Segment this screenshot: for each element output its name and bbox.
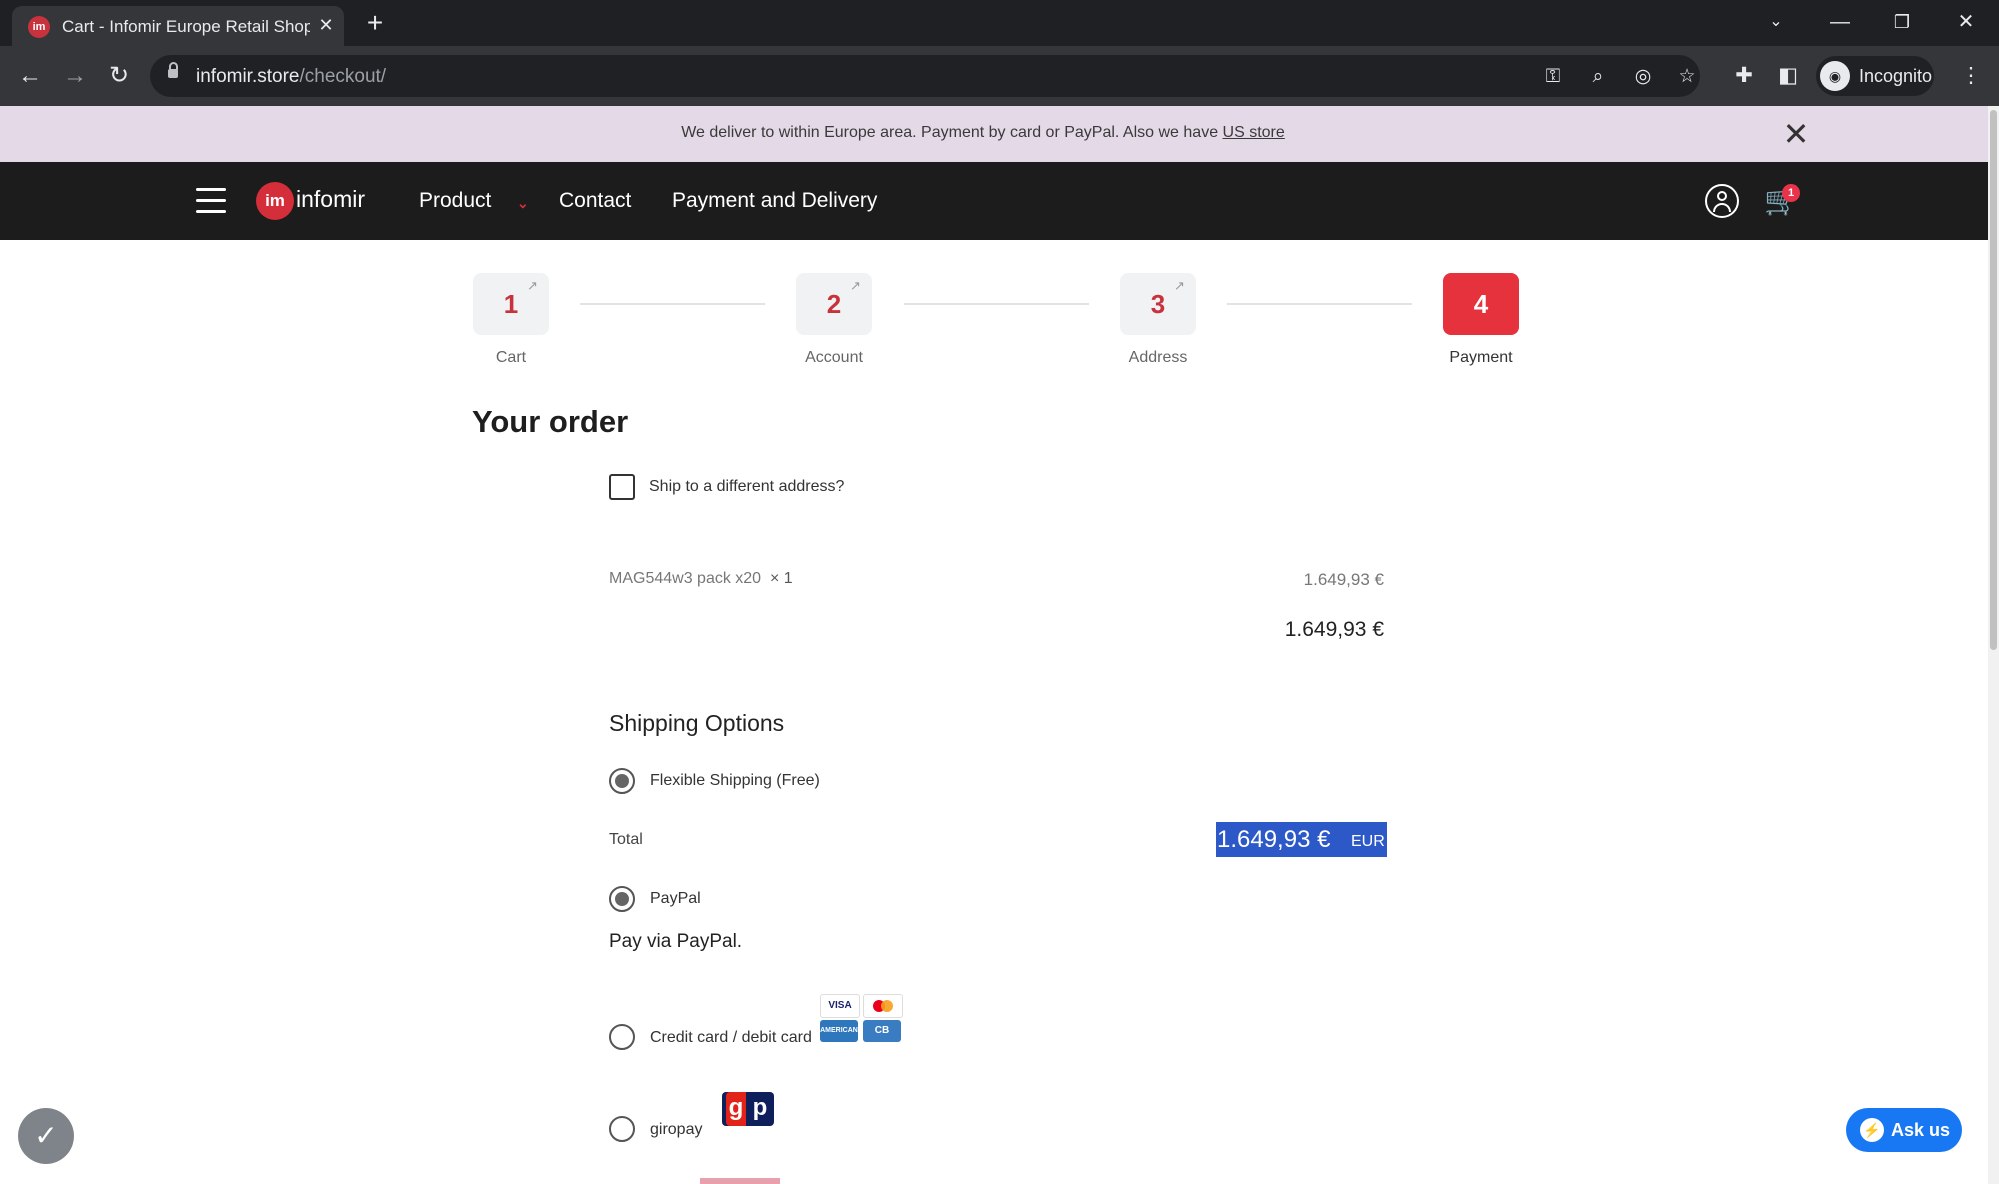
ship-different-label[interactable]: Ship to a different address? <box>649 478 844 496</box>
new-tab-icon[interactable]: + <box>360 8 390 38</box>
back-icon[interactable]: ← <box>14 60 46 92</box>
total-amount-value: 1.649,93 € <box>1217 826 1331 853</box>
credit-card-radio[interactable] <box>609 1024 635 1050</box>
zoom-icon[interactable]: ⌕ <box>1585 64 1611 90</box>
paypal-description: Pay via PayPal. <box>609 931 743 952</box>
step-payment: 4 <box>1443 273 1519 335</box>
browser-tab[interactable]: im Cart - Infomir Europe Retail Shop ✕ <box>12 6 344 46</box>
step-number: 4 <box>1473 289 1489 319</box>
browser-tabstrip: im Cart - Infomir Europe Retail Shop ✕ +… <box>0 0 1999 46</box>
ship-different-checkbox[interactable] <box>609 474 635 500</box>
step-label-account: Account <box>805 349 863 366</box>
messenger-icon: ⚡ <box>1860 1118 1884 1142</box>
scrollbar-thumb[interactable] <box>1990 110 1997 650</box>
notice-bar: We deliver to within Europe area. Paymen… <box>0 106 1988 162</box>
nav-payment-delivery[interactable]: Payment and Delivery <box>672 189 877 213</box>
order-subtotal: 1.649,93 € <box>1284 618 1384 641</box>
favicon-icon: im <box>28 16 50 38</box>
cb-logo: CB <box>863 1020 901 1042</box>
ask-us-button[interactable]: ⚡ Ask us <box>1846 1108 1962 1152</box>
order-item-price: 1.649,93 € <box>1303 570 1384 589</box>
lock-icon <box>168 62 178 78</box>
step-account[interactable]: 2 ↗ <box>796 273 872 335</box>
external-link-icon: ↗ <box>527 278 538 293</box>
cookie-settings-icon[interactable]: ✓ <box>18 1108 74 1164</box>
tab-title: Cart - Infomir Europe Retail Shop <box>62 17 310 36</box>
step-connector <box>904 303 1089 305</box>
ask-us-label: Ask us <box>1891 1120 1951 1140</box>
hamburger-menu-icon[interactable] <box>196 188 226 214</box>
paypal-radio[interactable] <box>609 886 635 912</box>
giropay-logo: gp <box>722 1092 774 1126</box>
tab-search-icon[interactable]: ⌄ <box>1754 6 1798 38</box>
window-close-icon[interactable]: ✕ <box>1944 6 1988 38</box>
browser-toolbar: ← → ↻ infomir.store/checkout/ ⚿ ⌕ ◎ ☆ ✚ … <box>0 46 1999 106</box>
step-label-cart: Cart <box>495 349 527 366</box>
visa-logo: VISA <box>820 994 860 1018</box>
address-bar[interactable]: infomir.store/checkout/ ⚿ ⌕ ◎ ☆ <box>150 55 1700 97</box>
nav-contact[interactable]: Contact <box>559 189 631 213</box>
notice-close-icon[interactable]: ✕ <box>1778 116 1814 152</box>
minimize-icon[interactable]: — <box>1818 6 1862 38</box>
chevron-down-icon[interactable]: ⌄ <box>517 195 529 212</box>
flexible-shipping-label[interactable]: Flexible Shipping (Free) <box>650 772 820 790</box>
site-header: im infomir Product ⌄ Contact Payment and… <box>0 162 1988 240</box>
page-title: Your order <box>472 404 629 439</box>
bookmark-star-icon[interactable]: ☆ <box>1674 64 1700 90</box>
incognito-profile[interactable]: ◉ Incognito <box>1816 56 1934 96</box>
menu-dots-icon[interactable]: ⋮ <box>1955 60 1987 92</box>
forward-icon[interactable]: → <box>59 60 91 92</box>
step-cart[interactable]: 1 ↗ <box>473 273 549 335</box>
cart-count-badge: 1 <box>1782 184 1800 202</box>
nav-product[interactable]: Product <box>419 189 491 213</box>
amex-logo: AMERICAN EXPRESS <box>820 1020 858 1056</box>
step-label-address: Address <box>1128 349 1188 366</box>
url-text: infomir.store/checkout/ <box>196 66 387 87</box>
incognito-label: Incognito <box>1859 66 1933 86</box>
extensions-icon[interactable]: ✚ <box>1728 60 1760 92</box>
us-store-link[interactable]: US store <box>1223 124 1285 141</box>
reload-icon[interactable]: ↻ <box>103 60 135 92</box>
order-item-qty: × 1 <box>769 570 793 587</box>
notice-text: We deliver to within Europe area. Paymen… <box>681 124 1285 141</box>
incognito-icon: ◉ <box>1820 61 1850 91</box>
external-link-icon: ↗ <box>850 278 861 293</box>
eye-off-icon[interactable]: ◎ <box>1630 64 1656 90</box>
flexible-shipping-radio[interactable] <box>609 768 635 794</box>
total-amount: 1.649,93 € EUR <box>1216 822 1387 857</box>
step-address[interactable]: 3 ↗ <box>1120 273 1196 335</box>
mastercard-logo <box>863 994 903 1018</box>
giropay-radio[interactable] <box>609 1116 635 1142</box>
credit-card-label[interactable]: Credit card / debit card <box>650 1029 812 1047</box>
key-icon[interactable]: ⚿ <box>1540 64 1566 90</box>
step-label-payment: Payment <box>1449 349 1513 366</box>
paypal-label[interactable]: PayPal <box>650 890 701 908</box>
tab-close-icon[interactable]: ✕ <box>314 13 338 37</box>
logo-icon[interactable]: im <box>256 182 294 220</box>
total-label: Total <box>609 831 643 848</box>
total-currency: EUR <box>1351 833 1385 850</box>
order-item-name: MAG544w3 pack x20 × 1 <box>609 570 793 587</box>
restore-icon[interactable]: ❐ <box>1880 6 1924 38</box>
shipping-options-title: Shipping Options <box>609 710 785 736</box>
step-connector <box>1227 303 1412 305</box>
side-panel-icon[interactable]: ◧ <box>1772 60 1804 92</box>
step-connector <box>580 303 765 305</box>
cut-off-element <box>700 1178 780 1184</box>
giropay-label[interactable]: giropay <box>650 1121 702 1139</box>
logo-text[interactable]: infomir <box>296 186 365 213</box>
account-icon[interactable] <box>1705 184 1739 218</box>
external-link-icon: ↗ <box>1174 278 1185 293</box>
